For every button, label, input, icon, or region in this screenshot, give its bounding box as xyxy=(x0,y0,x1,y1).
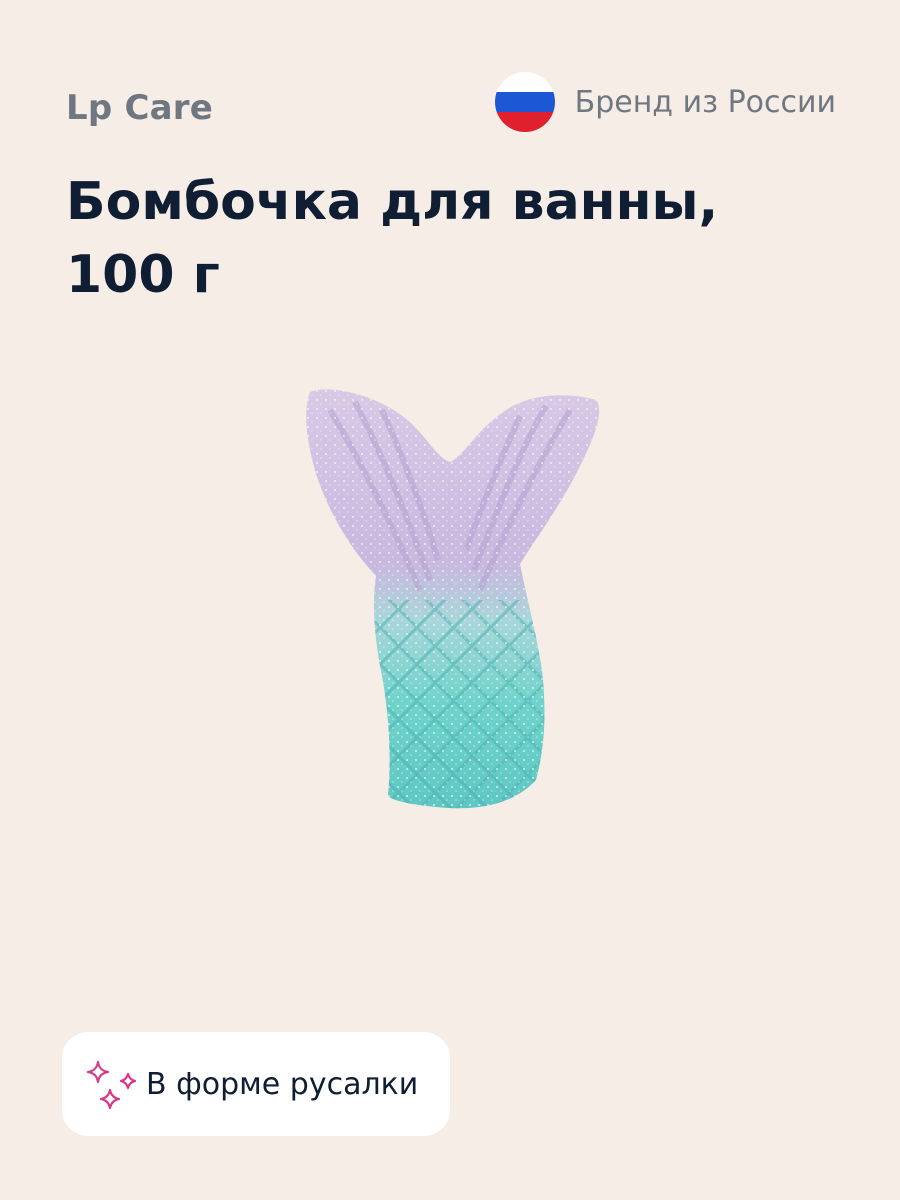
mermaid-tail-bath-bomb-image xyxy=(306,389,600,809)
brand-origin-label: Бренд из России xyxy=(574,84,836,120)
russia-flag-icon xyxy=(494,72,555,132)
feature-label: В форме русалки xyxy=(146,1066,419,1102)
brand-origin: Бренд из России xyxy=(494,72,836,132)
brand-name: Lp Care xyxy=(66,88,213,128)
sparkles-icon xyxy=(86,1060,137,1110)
product-title: Бомбочка для ванны, 100 г xyxy=(66,166,846,312)
product-title-line: Бомбочка для ванны, xyxy=(66,172,719,232)
feature-badge: В форме русалки xyxy=(62,1032,450,1136)
product-weight: 100 г xyxy=(66,244,220,305)
